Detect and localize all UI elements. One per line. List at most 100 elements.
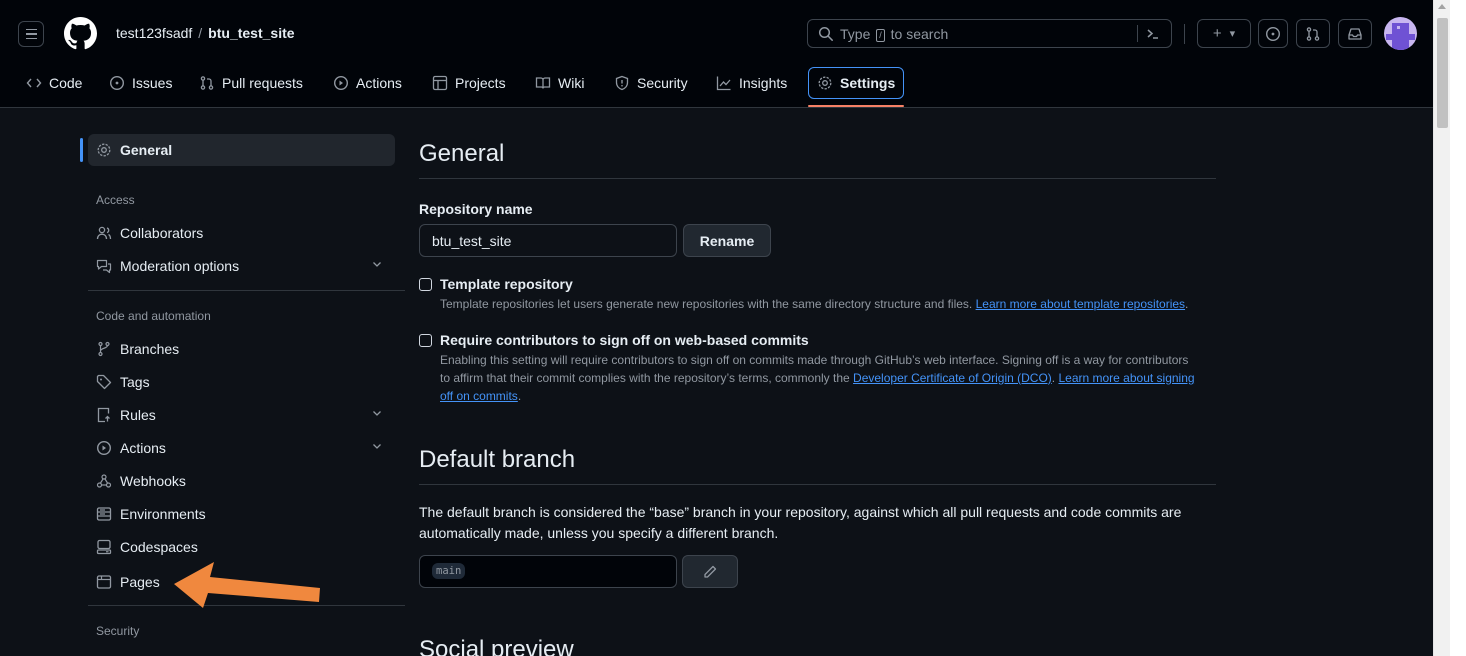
- command-palette-icon[interactable]: [1145, 26, 1161, 42]
- inbox-button[interactable]: [1338, 19, 1372, 48]
- tab-projects[interactable]: Projects: [432, 66, 506, 100]
- pull-requests-button[interactable]: [1296, 19, 1330, 48]
- default-branch-description: The default branch is considered the “ba…: [419, 504, 1182, 541]
- github-settings-page: test123fsadf / btu_test_site Type / to sea…: [0, 0, 1433, 656]
- breadcrumb-owner[interactable]: test123fsadf: [116, 25, 192, 41]
- sidebar-item-actions[interactable]: Actions: [88, 432, 395, 464]
- projects-icon: [432, 75, 448, 91]
- breadcrumb-separator: /: [198, 25, 203, 41]
- pull-request-icon: [1306, 26, 1320, 41]
- gear-icon: [817, 75, 833, 91]
- chevron-down-icon: ▾: [1229, 28, 1236, 40]
- create-new-button[interactable]: + ▾: [1197, 19, 1251, 48]
- default-branch-heading: Default branch: [419, 446, 576, 473]
- scrollbar-thumb[interactable]: [1437, 18, 1448, 128]
- template-repository-title: Template repository: [440, 276, 573, 292]
- chevron-down-icon: [371, 407, 383, 422]
- tag-icon: [96, 374, 112, 390]
- inbox-icon: [1348, 27, 1362, 40]
- tab-insights[interactable]: Insights: [716, 66, 787, 100]
- search-divider: [1137, 25, 1138, 42]
- webhook-icon: [96, 473, 112, 489]
- sidebar-active-indicator: [80, 138, 83, 162]
- default-branch-field: main: [419, 555, 677, 588]
- template-repository-description: Template repositories let users generate…: [440, 297, 1189, 311]
- sidebar-item-label: Environments: [120, 506, 206, 522]
- search-placeholder: Type / to search: [840, 26, 949, 42]
- section-divider: [419, 484, 1216, 485]
- sidebar-item-codespaces[interactable]: Codespaces: [88, 531, 395, 563]
- rename-button[interactable]: Rename: [683, 224, 771, 257]
- sidebar-item-webhooks[interactable]: Webhooks: [88, 465, 395, 497]
- sidebar-item-branches[interactable]: Branches: [88, 333, 395, 365]
- tab-pull-requests[interactable]: Pull requests: [199, 66, 303, 100]
- sidebar-item-tags[interactable]: Tags: [88, 366, 395, 398]
- tab-issues[interactable]: Issues: [109, 66, 172, 100]
- general-heading: General: [419, 140, 505, 167]
- template-learn-more-link[interactable]: Learn more about template repositories: [976, 297, 1185, 311]
- dco-link[interactable]: Developer Certificate of Origin (DCO): [853, 371, 1052, 385]
- chevron-down-icon: [371, 440, 383, 455]
- sidebar-heading-access: Access: [96, 193, 135, 207]
- repository-name-input[interactable]: btu_test_site: [419, 224, 677, 257]
- actions-icon: [333, 75, 349, 91]
- menu-button[interactable]: [18, 21, 44, 47]
- issue-icon: [109, 75, 125, 91]
- sidebar-heading-code-automation: Code and automation: [96, 309, 211, 323]
- plus-icon: +: [1212, 25, 1222, 42]
- sidebar-item-label: Codespaces: [120, 539, 198, 555]
- header-divider: [1184, 24, 1185, 44]
- sidebar-item-environments[interactable]: Environments: [88, 498, 395, 530]
- breadcrumb: test123fsadf / btu_test_site: [116, 25, 295, 41]
- pencil-icon: [704, 565, 717, 578]
- git-branch-icon: [96, 341, 112, 357]
- people-icon: [96, 225, 112, 241]
- gear-icon: [96, 142, 112, 158]
- annotation-arrow-icon: [174, 562, 320, 608]
- search-icon: [818, 26, 833, 41]
- page-scrollbar[interactable]: [1433, 0, 1450, 656]
- repo-nav-tabs: Code Issues Pull requests Actions Projec…: [0, 66, 1000, 102]
- sidebar-item-rules[interactable]: Rules: [88, 399, 395, 431]
- code-icon: [26, 75, 42, 91]
- codespaces-icon: [96, 539, 112, 555]
- tab-code[interactable]: Code: [26, 66, 82, 100]
- signoff-description: Enabling this setting will require contr…: [440, 353, 1195, 403]
- insights-icon: [716, 75, 732, 91]
- comment-discussion-icon: [96, 258, 112, 274]
- tab-settings[interactable]: Settings: [808, 67, 905, 99]
- sidebar-divider: [88, 290, 405, 291]
- breadcrumb-repo[interactable]: btu_test_site: [208, 25, 294, 41]
- sidebar-item-moderation[interactable]: Moderation options: [88, 250, 395, 282]
- section-divider: [419, 178, 1216, 179]
- signoff-checkbox[interactable]: [419, 334, 432, 347]
- sidebar-item-label: Actions: [120, 440, 166, 456]
- sidebar-item-label: Branches: [120, 341, 180, 357]
- tab-wiki[interactable]: Wiki: [535, 66, 584, 100]
- shield-icon: [614, 75, 630, 91]
- issues-button[interactable]: [1258, 19, 1288, 48]
- branch-name-tag: main: [432, 563, 466, 579]
- sidebar-item-collaborators[interactable]: Collaborators: [88, 217, 395, 249]
- template-repository-checkbox[interactable]: [419, 278, 432, 291]
- active-tab-underline: [808, 105, 904, 107]
- tab-security[interactable]: Security: [614, 66, 688, 100]
- github-logo-icon[interactable]: [64, 17, 97, 50]
- social-preview-heading: Social preview: [419, 636, 574, 656]
- sidebar-heading-security: Security: [96, 624, 140, 638]
- sidebar-item-general[interactable]: General: [88, 134, 395, 166]
- sidebar-item-label: Tags: [120, 374, 150, 390]
- rules-icon: [96, 407, 112, 423]
- scroll-up-arrow-icon[interactable]: [1438, 4, 1446, 9]
- search-input[interactable]: Type / to search: [807, 19, 1172, 48]
- avatar[interactable]: [1384, 17, 1417, 50]
- server-icon: [96, 506, 112, 522]
- edit-default-branch-button[interactable]: [682, 555, 738, 588]
- sidebar-item-label: Rules: [120, 407, 156, 423]
- global-header: test123fsadf / btu_test_site Type / to sea…: [0, 0, 1433, 108]
- sidebar-item-label: Moderation options: [120, 258, 240, 274]
- actions-icon: [96, 440, 112, 456]
- sidebar-item-label: Pages: [120, 574, 160, 590]
- tab-actions[interactable]: Actions: [333, 66, 402, 100]
- chevron-down-icon: [371, 258, 383, 273]
